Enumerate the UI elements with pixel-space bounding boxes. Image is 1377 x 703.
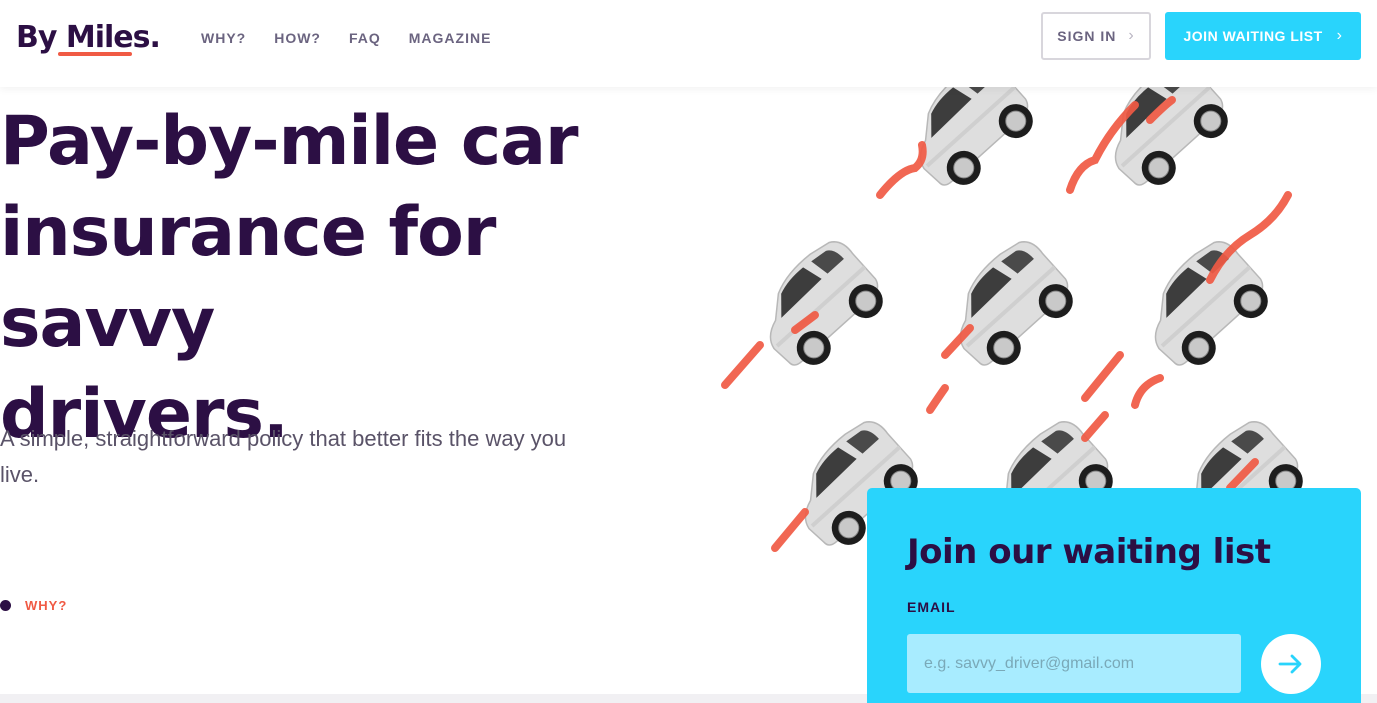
nav-item-how[interactable]: HOW?	[274, 30, 321, 46]
hero-subtitle: A simple, straightforward policy that be…	[0, 426, 567, 487]
hero-title-line: insurance for savvy	[0, 193, 496, 363]
sign-in-label: SIGN IN	[1057, 28, 1117, 44]
chevron-right-icon: ›	[1128, 27, 1135, 44]
sign-in-button[interactable]: SIGN IN ›	[1041, 12, 1151, 60]
email-label: EMAIL	[907, 599, 956, 615]
join-waiting-list-button[interactable]: JOIN WAITING LIST ›	[1165, 12, 1361, 60]
submit-email-button[interactable]	[1261, 634, 1321, 694]
hero-title: Pay-by-mile car insurance for savvy driv…	[0, 96, 680, 460]
car-illustration	[892, 87, 1045, 202]
bullet-dot-icon	[0, 600, 11, 611]
nav-item-magazine[interactable]: MAGAZINE	[409, 30, 492, 46]
logo-underline	[58, 52, 132, 56]
chevron-right-icon: ›	[1336, 27, 1343, 44]
site-header: By Miles. WHY? HOW? FAQ MAGAZINE SIGN IN…	[0, 0, 1377, 87]
hero-title-line: Pay-by-mile car	[0, 102, 579, 181]
join-waiting-list-label: JOIN WAITING LIST	[1183, 28, 1323, 44]
section-indicator: WHY?	[0, 598, 67, 613]
nav-item-why[interactable]: WHY?	[201, 30, 246, 46]
section-link-why[interactable]: WHY?	[25, 598, 67, 613]
arrow-right-icon	[1278, 654, 1302, 674]
main-nav: WHY? HOW? FAQ MAGAZINE	[201, 30, 519, 46]
car-illustration	[742, 231, 895, 382]
car-illustration	[932, 231, 1085, 382]
nav-item-faq[interactable]: FAQ	[349, 30, 381, 46]
email-input[interactable]	[907, 634, 1241, 693]
logo[interactable]: By Miles.	[16, 20, 161, 55]
car-illustration	[1127, 231, 1280, 382]
waiting-list-title: Join our waiting list	[907, 532, 1271, 572]
waiting-list-card: Join our waiting list EMAIL	[867, 488, 1361, 703]
